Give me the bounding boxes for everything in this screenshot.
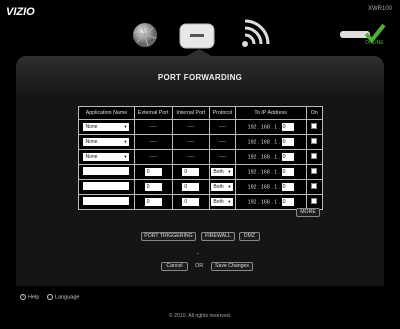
internal-port-input[interactable]: 0 [182, 183, 200, 191]
external-port-input[interactable]: 0 [144, 198, 162, 206]
app-select[interactable]: None ▼ [83, 123, 130, 131]
enable-checkbox[interactable] [311, 183, 318, 189]
enable-checkbox[interactable] [311, 138, 318, 144]
app-select[interactable]: None ▼ [83, 153, 130, 161]
col-app-name: Application Name [78, 106, 135, 120]
col-to-ip: To IP Address [234, 106, 307, 120]
ip-address: 192 . 168 . 1 . 0 [234, 119, 307, 135]
globe-small-icon [47, 294, 53, 300]
external-port: ---- [133, 134, 173, 150]
external-port: ---- [133, 119, 173, 135]
ip-last-octet-input[interactable]: 0 [281, 138, 294, 146]
tab-port-triggering[interactable]: PORT TRIGGERING [141, 232, 196, 241]
more-button[interactable]: MORE [296, 208, 320, 217]
ip-last-octet-input[interactable]: 0 [281, 123, 294, 131]
copyright: © 2010. All rights reserved. [168, 313, 232, 319]
chevron-down-icon: ▼ [123, 139, 128, 144]
protocol: ---- [209, 134, 236, 150]
external-port-input[interactable]: 0 [144, 168, 162, 176]
port-forwarding-table: Application Name External Port Internal … [78, 106, 324, 210]
cancel-button[interactable]: Cancel [161, 262, 188, 271]
table-row: None ▼ ---- ---- ---- 192 . 168 . 1 . 0 [78, 149, 324, 165]
enable-checkbox[interactable] [311, 153, 318, 159]
chevron-down-icon: ▼ [123, 124, 128, 129]
external-port: ---- [133, 149, 173, 165]
external-port-input[interactable]: 0 [144, 183, 162, 191]
chevron-down-icon: ▼ [227, 184, 232, 189]
separator-dash: - [197, 251, 199, 257]
chevron-down-icon: ▼ [123, 154, 128, 159]
chevron-down-icon: ▼ [227, 169, 232, 174]
col-protocol: Protocol [209, 106, 236, 120]
internal-port: ---- [171, 149, 211, 165]
language-link[interactable]: Language [47, 294, 79, 300]
internal-port-input[interactable]: 0 [182, 168, 200, 176]
ip-address: 192 . 168 . 1 . 0 [234, 194, 307, 210]
app-name-input[interactable] [83, 167, 130, 175]
table-row: None ▼ ---- ---- ---- 192 . 168 . 1 . 0 [78, 134, 324, 150]
vizio-logo: VIZIO [6, 6, 35, 17]
table-row: 0 0 Both ▼ 192 . 168 . 1 . 0 [78, 194, 324, 210]
col-external-port: External Port [133, 106, 173, 120]
tab-dmz[interactable]: DMZ [239, 232, 260, 241]
svg-text:VIZIO: VIZIO [6, 6, 35, 17]
enable-checkbox[interactable] [311, 198, 318, 204]
ip-last-octet-input[interactable]: 0 [281, 183, 294, 191]
table-row: 0 0 Both ▼ 192 . 168 . 1 . 0 [78, 164, 324, 180]
help-label: Help [28, 294, 40, 301]
tab-firewall[interactable]: FIREWALL [201, 232, 235, 241]
ip-address: 192 . 168 . 1 . 0 [234, 134, 307, 150]
table-row: 0 0 Both ▼ 192 . 168 . 1 . 0 [78, 179, 324, 195]
protocol: ---- [209, 149, 236, 165]
app-select[interactable]: None ▼ [83, 138, 130, 146]
model-label: XWR100 [367, 6, 392, 12]
ip-address: 192 . 168 . 1 . 0 [234, 164, 307, 180]
col-on: On [305, 106, 324, 120]
ip-address: 192 . 168 . 1 . 0 [234, 179, 307, 195]
protocol-select[interactable]: Both ▼ [211, 168, 234, 176]
help-icon: ? [20, 294, 26, 300]
col-internal-port: Internal Port [171, 106, 211, 120]
app-name-input[interactable] [83, 182, 130, 190]
status-text: ONLINE [365, 40, 384, 46]
globe-icon[interactable] [128, 18, 162, 52]
protocol-select[interactable]: Both ▼ [211, 198, 234, 206]
internal-port: ---- [171, 134, 211, 150]
protocol-select[interactable]: Both ▼ [211, 183, 234, 191]
ip-last-octet-input[interactable]: 0 [281, 198, 294, 206]
internal-port: ---- [171, 119, 211, 135]
chevron-down-icon: ▼ [227, 199, 232, 204]
help-link[interactable]: ? Help [20, 294, 39, 300]
internal-port-input[interactable]: 0 [182, 198, 200, 206]
wifi-icon[interactable] [236, 18, 270, 52]
ip-last-octet-input[interactable]: 0 [281, 153, 294, 161]
table-row: None ▼ ---- ---- ---- 192 . 168 . 1 . 0 [78, 119, 324, 135]
protocol: ---- [209, 119, 236, 135]
ip-last-octet-input[interactable]: 0 [281, 168, 294, 176]
enable-checkbox[interactable] [311, 123, 318, 129]
save-changes-button[interactable]: Save Changes [211, 262, 253, 271]
ip-address: 192 . 168 . 1 . 0 [234, 149, 307, 165]
router-icon[interactable] [177, 18, 217, 52]
or-label: OR [195, 263, 204, 269]
language-label: Language [55, 294, 80, 301]
page-title: PORT FORWARDING [157, 73, 243, 82]
enable-checkbox[interactable] [311, 168, 318, 174]
app-name-input[interactable] [83, 197, 130, 205]
